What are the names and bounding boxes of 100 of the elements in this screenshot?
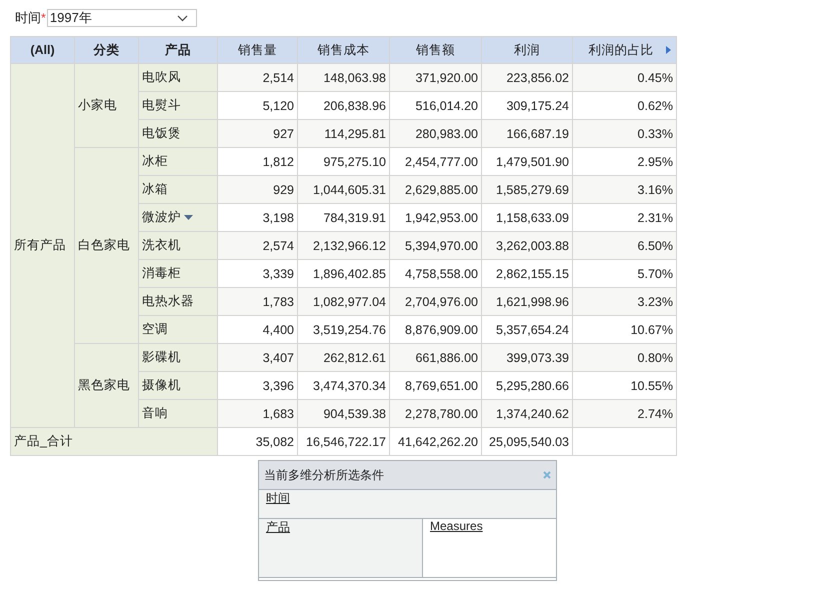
- value-cell: 3.23%: [572, 288, 676, 316]
- value-cell: 8,769,651.00: [390, 372, 482, 400]
- value-cell: 2.95%: [572, 148, 676, 176]
- value-cell: 309,175.24: [482, 92, 572, 120]
- value-cell: 3,339: [218, 260, 298, 288]
- column-header: 利润的占比: [572, 36, 676, 64]
- product-cell: 电饭煲: [138, 120, 218, 148]
- value-cell: 2,862,155.15: [482, 260, 572, 288]
- value-cell: 661,886.00: [390, 344, 482, 372]
- value-cell: 1,896,402.85: [298, 260, 390, 288]
- value-cell: 1,783: [218, 288, 298, 316]
- product-cell: 电吹风: [138, 64, 218, 92]
- category-cell: 小家电: [74, 64, 138, 148]
- value-cell: 516,014.20: [390, 92, 482, 120]
- value-cell: 5,120: [218, 92, 298, 120]
- value-cell: 3,474,370.34: [298, 372, 390, 400]
- value-cell: 0.45%: [572, 64, 676, 92]
- value-cell: 1,621,998.96: [482, 288, 572, 316]
- product-cell: 消毒柜: [138, 260, 218, 288]
- total-cell: 25,095,540.03: [482, 428, 572, 456]
- value-cell: 3,407: [218, 344, 298, 372]
- value-cell: 10.67%: [572, 316, 676, 344]
- value-cell: 0.33%: [572, 120, 676, 148]
- value-cell: 3,396: [218, 372, 298, 400]
- value-cell: 2,454,777.00: [390, 148, 482, 176]
- value-cell: 2.74%: [572, 400, 676, 428]
- value-cell: 1,044,605.31: [298, 176, 390, 204]
- value-cell: 3,198: [218, 204, 298, 232]
- value-cell: 0.80%: [572, 344, 676, 372]
- value-cell: 2,574: [218, 232, 298, 260]
- total-label: 产品_合计: [10, 428, 218, 456]
- value-cell: 2,629,885.00: [390, 176, 482, 204]
- value-cell: 1,812: [218, 148, 298, 176]
- value-cell: 223,856.02: [482, 64, 572, 92]
- value-cell: 10.55%: [572, 372, 676, 400]
- product-cell: 摄像机: [138, 372, 218, 400]
- column-header: 分类: [74, 36, 138, 64]
- value-cell: 166,687.19: [482, 120, 572, 148]
- year-dropdown[interactable]: 1997年: [46, 9, 197, 27]
- category-cell: 黑色家电: [74, 344, 138, 428]
- value-cell: 1,585,279.69: [482, 176, 572, 204]
- value-cell: 0.62%: [572, 92, 676, 120]
- value-cell: 3.16%: [572, 176, 676, 204]
- value-cell: 784,319.91: [298, 204, 390, 232]
- value-cell: 2,278,780.00: [390, 400, 482, 428]
- chevron-down-icon: [176, 14, 188, 22]
- filter-link[interactable]: 时间: [266, 491, 290, 505]
- value-cell: 280,983.00: [390, 120, 482, 148]
- value-cell: 975,275.10: [298, 148, 390, 176]
- value-cell: 1,479,501.90: [482, 148, 572, 176]
- row-link[interactable]: 产品: [266, 520, 290, 534]
- column-header: 销售成本: [298, 36, 390, 64]
- required-mark: *: [41, 11, 46, 25]
- value-cell: 1,683: [218, 400, 298, 428]
- value-cell: 371,920.00: [390, 64, 482, 92]
- value-cell: 5,394,970.00: [390, 232, 482, 260]
- product-cell: 空调: [138, 316, 218, 344]
- column-link[interactable]: Measures: [430, 519, 483, 533]
- total-cell: 16,546,722.17: [298, 428, 390, 456]
- value-cell: 206,838.96: [298, 92, 390, 120]
- value-cell: 1,082,977.04: [298, 288, 390, 316]
- value-cell: 1,158,633.09: [482, 204, 572, 232]
- value-cell: 148,063.98: [298, 64, 390, 92]
- value-cell: 927: [218, 120, 298, 148]
- value-cell: 2.31%: [572, 204, 676, 232]
- dimension-cell: 所有产品: [10, 64, 74, 428]
- value-cell: 6.50%: [572, 232, 676, 260]
- panel-title: 当前多维分析所选条件: [264, 466, 384, 484]
- value-cell: 4,758,558.00: [390, 260, 482, 288]
- product-cell: 洗衣机: [138, 232, 218, 260]
- value-cell: 8,876,909.00: [390, 316, 482, 344]
- value-cell: 262,812.61: [298, 344, 390, 372]
- product-cell: 冰柜: [138, 148, 218, 176]
- product-cell: 影碟机: [138, 344, 218, 372]
- product-cell: 冰箱: [138, 176, 218, 204]
- value-cell: 2,704,976.00: [390, 288, 482, 316]
- value-cell: 2,514: [218, 64, 298, 92]
- value-cell: 2,132,966.12: [298, 232, 390, 260]
- value-cell: 904,539.38: [298, 400, 390, 428]
- value-cell: 3,262,003.88: [482, 232, 572, 260]
- value-cell: 114,295.81: [298, 120, 390, 148]
- value-cell: 1,374,240.62: [482, 400, 572, 428]
- filter-label: 时间: [15, 9, 41, 27]
- scroll-right-icon: [666, 46, 670, 54]
- value-cell: 4,400: [218, 316, 298, 344]
- column-header: 利润: [482, 36, 572, 64]
- dropdown-caret-icon[interactable]: [184, 215, 193, 220]
- value-cell: 1,942,953.00: [390, 204, 482, 232]
- category-cell: 白色家电: [74, 148, 138, 344]
- product-cell: 微波炉: [138, 204, 218, 232]
- column-header: (All): [10, 36, 74, 64]
- column-header: 产品: [138, 36, 218, 64]
- value-cell: 5,295,280.66: [482, 372, 572, 400]
- total-cell: 35,082: [218, 428, 298, 456]
- value-cell: 3,519,254.76: [298, 316, 390, 344]
- total-cell: 41,642,262.20: [390, 428, 482, 456]
- value-cell: 5,357,654.24: [482, 316, 572, 344]
- product-cell: 电熨斗: [138, 92, 218, 120]
- product-cell: 电热水器: [138, 288, 218, 316]
- value-cell: 5.70%: [572, 260, 676, 288]
